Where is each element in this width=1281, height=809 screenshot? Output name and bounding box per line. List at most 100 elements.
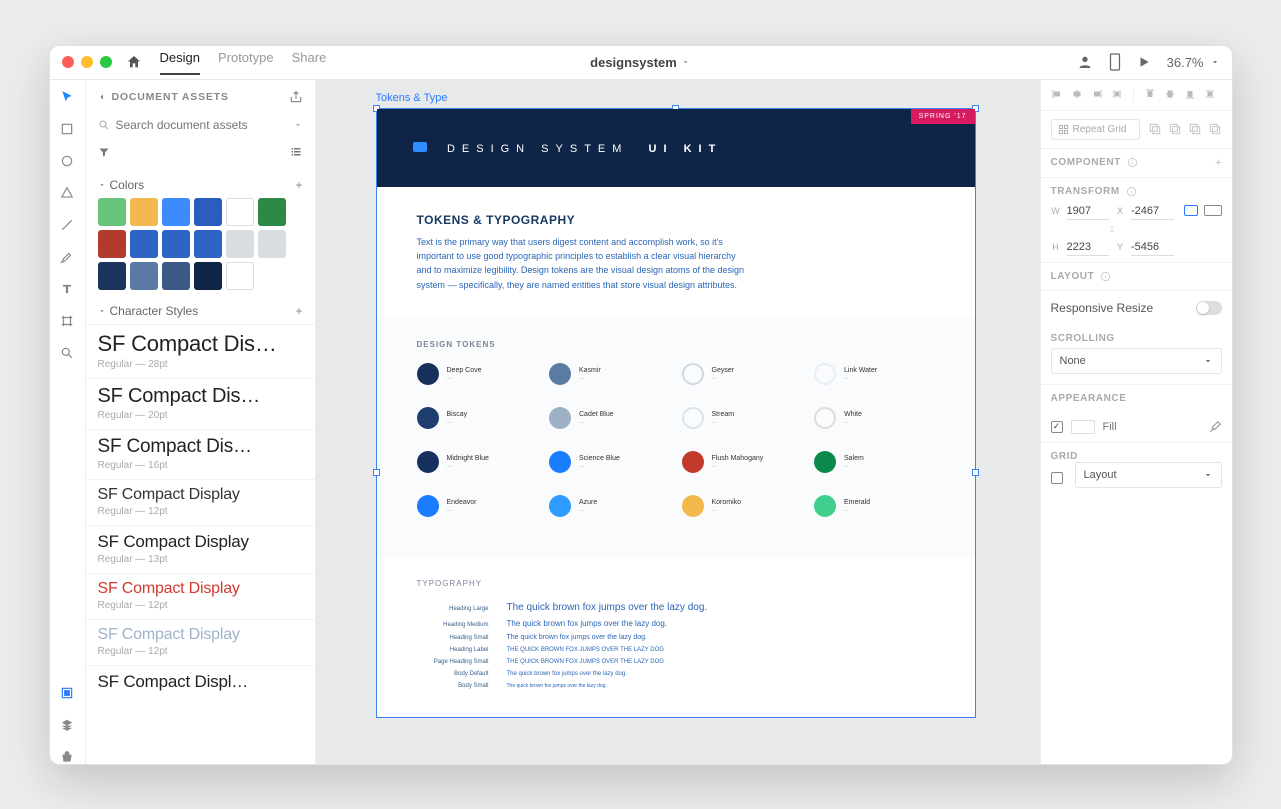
width-input[interactable] [1067,203,1110,220]
color-swatch[interactable] [194,262,222,290]
assets-panel: DOCUMENT ASSETS Colors + Character Style… [86,80,316,764]
add-component-icon[interactable]: + [1215,157,1221,169]
color-swatches [86,198,315,296]
charstyle-item[interactable]: SF Compact Dis…Regular — 28pt [86,324,315,378]
scrolling-select[interactable]: None [1051,348,1222,374]
layers-panel-icon[interactable] [60,718,74,732]
color-swatch[interactable] [98,230,126,258]
cloud-logo-icon [413,142,427,152]
typo-row: Body DefaultThe quick brown fox jumps ov… [417,671,935,677]
selection-handle[interactable] [373,469,380,476]
canvas[interactable]: Tokens & Type SPRING '17 DESIGN SYSTEM U… [316,80,1040,764]
artboard[interactable]: SPRING '17 DESIGN SYSTEM UI KIT TOKENS &… [376,108,976,719]
color-token: White— [814,407,935,429]
boolean-ops[interactable] [1148,122,1222,136]
color-swatch[interactable] [226,230,254,258]
list-view-icon[interactable] [289,146,303,158]
color-token: Azure— [549,495,670,517]
height-input[interactable] [1067,239,1110,256]
grid-label: GRID [1051,451,1078,462]
maximize-icon[interactable] [100,56,112,68]
assets-title: DOCUMENT ASSETS [112,91,229,103]
color-swatch[interactable] [162,262,190,290]
y-input[interactable] [1131,239,1174,256]
zoom-tool-icon[interactable] [60,346,74,360]
tab-share[interactable]: Share [292,50,327,75]
repeat-grid-button[interactable]: Repeat Grid [1051,119,1140,140]
export-icon[interactable] [289,90,303,104]
charstyle-item[interactable]: SF Compact Displ… [86,665,315,702]
align-controls[interactable] [1051,88,1216,102]
color-swatch[interactable] [130,262,158,290]
charstyle-item[interactable]: SF Compact Dis…Regular — 20pt [86,378,315,429]
artboard-header: SPRING '17 DESIGN SYSTEM UI KIT [377,109,975,187]
fill-swatch[interactable] [1071,420,1095,434]
typo-row: Page Heading SmallTHE QUICK BROWN FOX JU… [417,659,935,665]
color-token: Emerald— [814,495,935,517]
user-icon[interactable] [1077,54,1093,70]
chevron-down-icon[interactable] [98,181,106,189]
search-icon [98,119,110,131]
charstyle-item[interactable]: SF Compact DisplayRegular — 13pt [86,525,315,573]
orientation-portrait-icon[interactable] [1184,205,1198,216]
typo-row: Heading SmallThe quick brown fox jumps o… [417,634,935,641]
repeat-grid-label: Repeat Grid [1073,124,1127,135]
rectangle-tool-icon[interactable] [60,122,74,136]
assets-panel-icon[interactable] [60,686,74,700]
color-swatch[interactable] [258,230,286,258]
charstyles-list: SF Compact Dis…Regular — 28ptSF Compact … [86,324,315,702]
home-icon[interactable] [126,54,142,70]
color-swatch[interactable] [226,262,254,290]
selection-handle[interactable] [972,469,979,476]
back-icon[interactable] [98,92,106,102]
x-input[interactable] [1131,203,1174,220]
add-color-icon[interactable]: + [295,178,302,192]
color-swatch[interactable] [162,198,190,226]
charstyle-item[interactable]: SF Compact Dis…Regular — 16pt [86,429,315,479]
select-tool-icon[interactable] [60,90,74,104]
responsive-resize-toggle[interactable] [1196,301,1222,315]
grid-select[interactable]: Layout [1075,462,1222,488]
color-swatch[interactable] [194,230,222,258]
document-title[interactable]: designsystem [590,55,691,70]
orientation-landscape-icon[interactable] [1204,205,1222,216]
line-tool-icon[interactable] [60,218,74,232]
filter-icon[interactable] [98,146,110,158]
minimize-icon[interactable] [81,56,93,68]
search-input[interactable] [116,118,287,132]
grid-checkbox[interactable] [1051,472,1063,484]
color-swatch[interactable] [98,262,126,290]
add-charstyle-icon[interactable]: + [295,304,302,318]
charstyle-item[interactable]: SF Compact DisplayRegular — 12pt [86,573,315,619]
color-swatch[interactable] [130,198,158,226]
tokens-heading: DESIGN TOKENS [417,340,935,349]
color-swatch[interactable] [162,230,190,258]
charstyle-item[interactable]: SF Compact DisplayRegular — 12pt [86,479,315,525]
play-icon[interactable] [1137,55,1151,69]
plugins-panel-icon[interactable] [60,750,74,764]
text-tool-icon[interactable] [60,282,74,296]
fill-checkbox[interactable] [1051,421,1063,433]
eyedropper-icon[interactable] [1208,420,1222,434]
artboard-label[interactable]: Tokens & Type [376,92,448,104]
device-preview-icon[interactable] [1109,53,1121,71]
tab-prototype[interactable]: Prototype [218,50,274,75]
lock-aspect-icon[interactable]: ⟂ [1041,224,1184,235]
search-dropdown-icon[interactable] [293,120,303,130]
tab-design[interactable]: Design [160,50,200,75]
charstyle-item[interactable]: SF Compact DisplayRegular — 12pt [86,619,315,665]
artboard-tool-icon[interactable] [60,314,74,328]
ellipse-tool-icon[interactable] [60,154,74,168]
zoom-control[interactable]: 36.7% [1167,55,1220,70]
color-swatch[interactable] [226,198,254,226]
pen-tool-icon[interactable] [60,250,74,264]
color-token: Geyser— [682,363,803,385]
kit-label-a: DESIGN SYSTEM [447,143,628,155]
close-icon[interactable] [62,56,74,68]
color-swatch[interactable] [98,198,126,226]
chevron-down-icon[interactable] [98,307,106,315]
color-swatch[interactable] [130,230,158,258]
color-swatch[interactable] [194,198,222,226]
color-swatch[interactable] [258,198,286,226]
polygon-tool-icon[interactable] [60,186,74,200]
